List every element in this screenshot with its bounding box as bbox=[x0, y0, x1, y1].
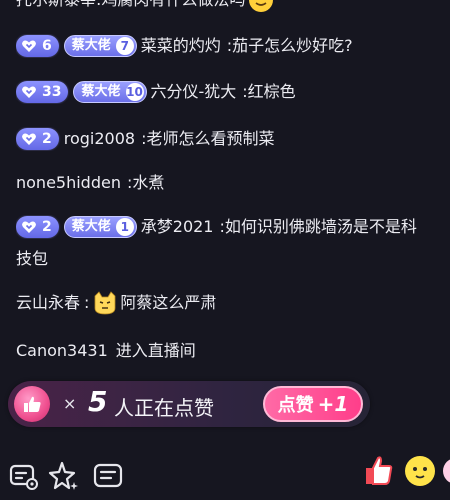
level-number: 33 bbox=[42, 84, 62, 100]
sparkle-star-icon bbox=[48, 461, 78, 490]
fan-badge-name: 蔡大佬 bbox=[81, 84, 121, 99]
chat-text-continuation: 技包 bbox=[16, 249, 49, 268]
gift-thumbs-icon bbox=[366, 456, 393, 485]
chat-message[interactable]: none5hidden :水煮 bbox=[16, 171, 450, 195]
likes-times-sign: × bbox=[63, 394, 77, 413]
level-number: 6 bbox=[42, 38, 52, 54]
face-gift-button[interactable] bbox=[402, 452, 438, 488]
chat-text: :水煮 bbox=[126, 173, 165, 192]
chat-system-text: 进入直播间 bbox=[115, 341, 196, 360]
chat-text: :老师怎么看预制菜 bbox=[141, 129, 275, 148]
likes-label: 人正在点赞 bbox=[114, 396, 214, 420]
chat-message: Canon3431 进入直播间 bbox=[16, 339, 450, 363]
chat-list-icon bbox=[93, 463, 123, 488]
live-chat-screen: 托尔斯泰莘 :鸡腐肉有什么做法吗 6 蔡大佬 7 菜菜的灼灼 :茄子怎么炒好吃? bbox=[0, 0, 450, 500]
fan-level-number: 1 bbox=[115, 218, 134, 236]
chat-message[interactable]: 云山永春 : 阿蔡这么严肃 bbox=[16, 290, 450, 316]
level-heart-icon bbox=[22, 221, 36, 233]
likes-banner: × 5 人正在点赞 点赞 +1 bbox=[8, 381, 370, 427]
chat-message[interactable]: 6 蔡大佬 7 菜菜的灼灼 :茄子怎么炒好吃? bbox=[16, 34, 450, 58]
chat-username[interactable]: 菜菜的灼灼 bbox=[141, 34, 221, 58]
chat-text: :如何识别佛跳墙汤是不是科 bbox=[219, 217, 417, 236]
level-badge[interactable]: 2 bbox=[16, 128, 59, 150]
gift-partial[interactable] bbox=[442, 452, 450, 488]
chat-username[interactable]: rogi2008 bbox=[64, 127, 135, 151]
fan-club-badge[interactable]: 蔡大佬 1 bbox=[63, 216, 137, 238]
chat-message[interactable]: 托尔斯泰莘 :鸡腐肉有什么做法吗 bbox=[16, 0, 450, 13]
chat-username[interactable]: Canon3431 bbox=[16, 339, 108, 363]
level-number: 2 bbox=[42, 219, 52, 235]
cat-face-emoji-icon bbox=[95, 291, 116, 315]
level-badge[interactable]: 2 bbox=[16, 216, 59, 238]
fan-club-badge[interactable]: 蔡大佬 7 bbox=[63, 35, 137, 57]
chat-message[interactable]: 33 蔡大佬 10 六分仪-犹大 :红棕色 bbox=[16, 80, 450, 104]
chat-text: 阿蔡这么严肃 bbox=[120, 293, 217, 312]
thumbs-gift-button[interactable] bbox=[360, 452, 396, 488]
level-number: 2 bbox=[42, 131, 52, 147]
level-badge[interactable]: 6 bbox=[16, 35, 59, 57]
comment-settings-button[interactable] bbox=[8, 460, 40, 492]
level-heart-icon bbox=[22, 86, 36, 98]
chat-username[interactable]: 承梦2021 bbox=[141, 215, 214, 239]
sparkle-effects-button[interactable] bbox=[48, 460, 80, 492]
chat-username[interactable]: 托尔斯泰莘 bbox=[16, 0, 96, 12]
fan-level-number: 7 bbox=[115, 37, 134, 55]
smile-emoji-icon bbox=[249, 0, 274, 12]
chat-username[interactable]: none5hidden bbox=[16, 171, 121, 195]
likes-count: 5 bbox=[88, 385, 108, 418]
like-plus-one-button[interactable]: 点赞 +1 bbox=[263, 386, 363, 422]
chat-text-prefix: : bbox=[84, 293, 90, 312]
gift-face-icon bbox=[405, 456, 435, 486]
level-heart-icon bbox=[22, 40, 36, 52]
thumbs-up-icon-circle bbox=[14, 386, 50, 422]
fan-badge-name: 蔡大佬 bbox=[71, 38, 111, 53]
chat-text: :茄子怎么炒好吃? bbox=[226, 36, 353, 55]
chat-username[interactable]: 云山永春 bbox=[16, 291, 80, 315]
chat-message[interactable]: 2 rogi2008 :老师怎么看预制菜 bbox=[16, 127, 450, 151]
level-badge[interactable]: 33 bbox=[16, 81, 69, 103]
level-heart-icon bbox=[22, 133, 36, 145]
like-button-label: 点赞 bbox=[277, 395, 314, 416]
chat-message[interactable]: 2 蔡大佬 1 承梦2021 :如何识别佛跳墙汤是不是科 bbox=[16, 215, 450, 239]
fan-club-badge[interactable]: 蔡大佬 10 bbox=[73, 81, 147, 103]
comment-settings-icon bbox=[9, 464, 38, 490]
chat-text: :红棕色 bbox=[242, 82, 296, 101]
chat-text: :鸡腐肉有什么做法吗 bbox=[96, 0, 245, 12]
fan-badge-name: 蔡大佬 bbox=[71, 219, 111, 234]
fan-level-number: 10 bbox=[125, 83, 144, 101]
like-button-plus: +1 bbox=[317, 392, 349, 416]
thumbs-up-icon bbox=[24, 396, 41, 412]
gift-partial-icon bbox=[443, 459, 450, 483]
chat-list-button[interactable] bbox=[92, 460, 124, 492]
chat-username[interactable]: 六分仪-犹大 bbox=[151, 80, 237, 104]
